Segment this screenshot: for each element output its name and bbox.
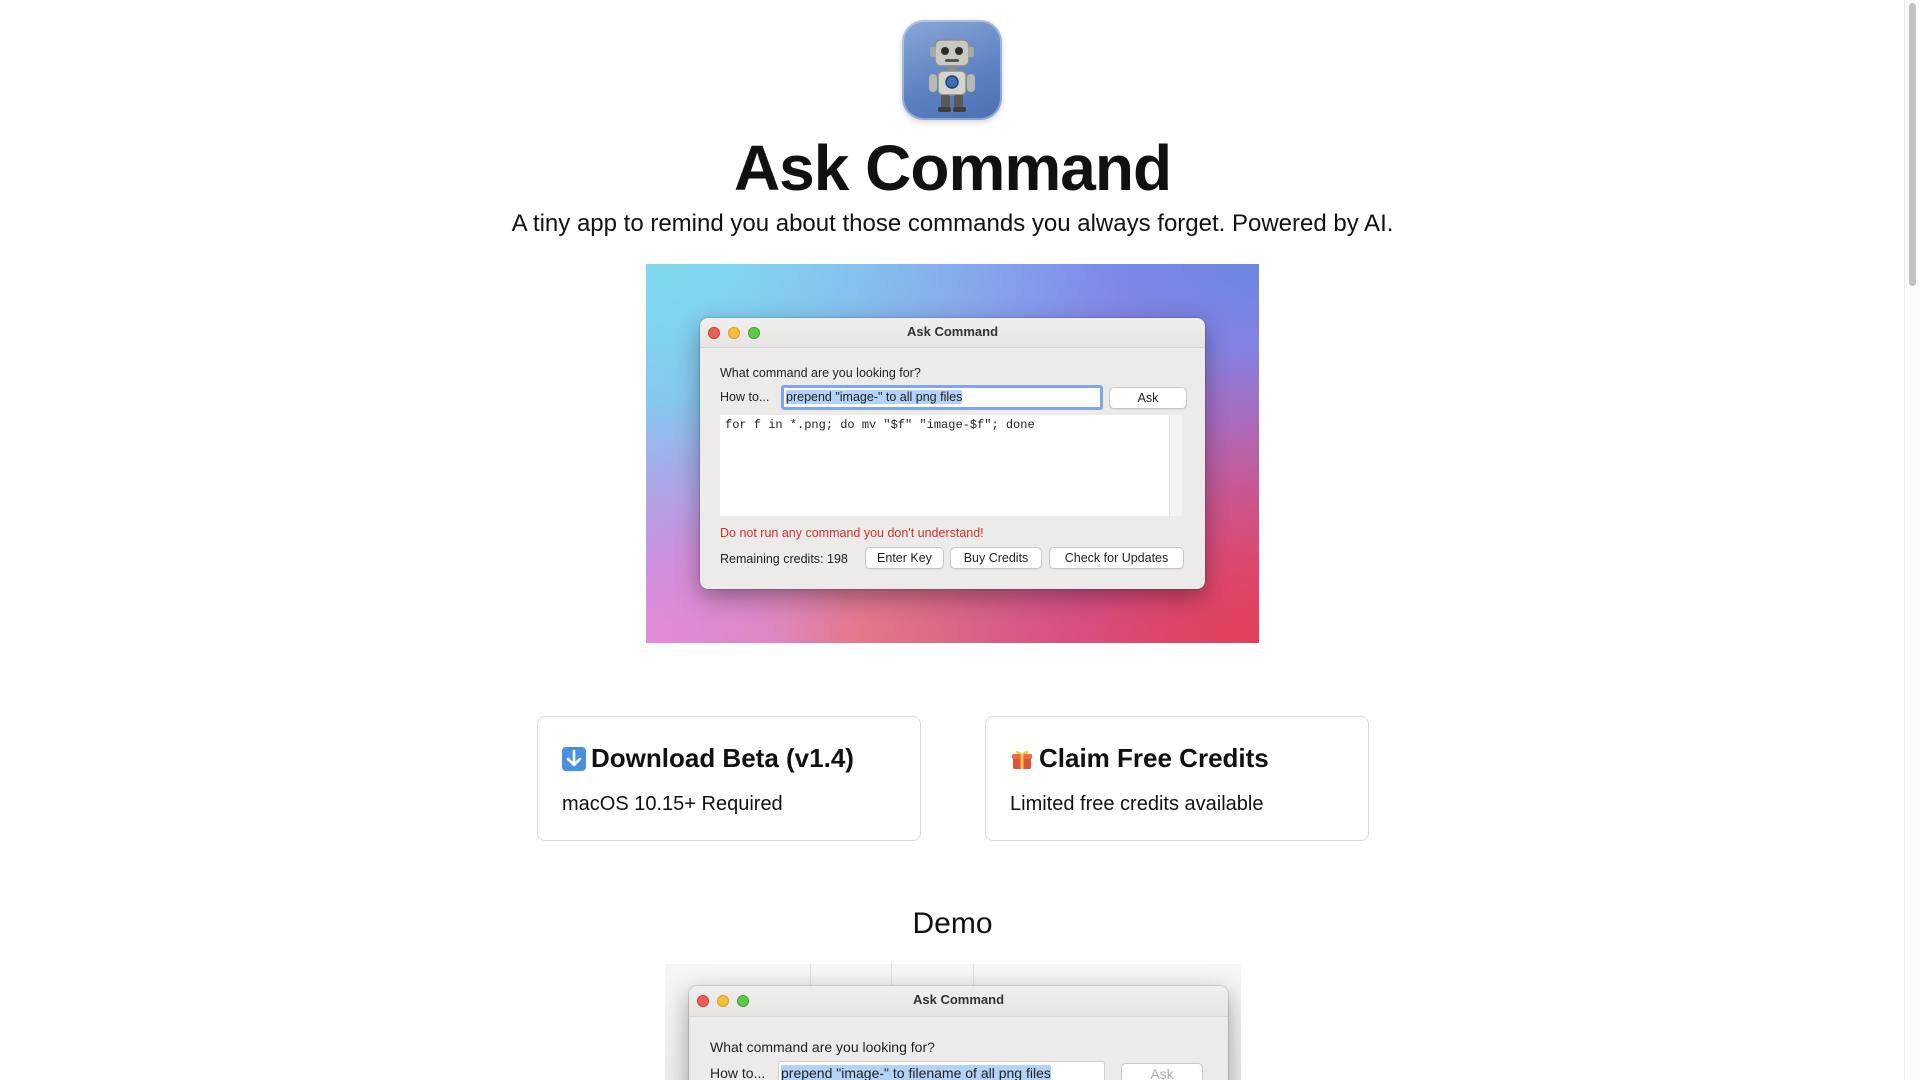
demo-how-to-label: How to... [710,1065,766,1080]
demo-window-title: Ask Command [912,992,1005,1007]
window-title: Ask Command [906,324,999,339]
download-beta-title[interactable]: Download Beta (v1.4) [562,743,854,774]
download-beta-label: Download Beta (v1.4) [591,743,854,773]
page-subtitle: A tiny app to remind you about those com… [511,210,1394,237]
page: Ask Command A tiny app to remind you abo… [0,0,1905,1080]
how-to-label: How to... [720,390,770,404]
claim-credits-card[interactable]: Claim Free Credits Limited free credits … [985,716,1369,841]
enter-key-button: Enter Key [865,547,944,569]
output-scrollbar [1169,415,1182,516]
demo-ask-button: Ask [1121,1063,1203,1080]
command-query-input: prepend "image-" to all png files [781,385,1103,410]
gift-icon [1010,747,1034,771]
window-titlebar: Ask Command [700,318,1205,348]
down-arrow-icon [562,746,586,771]
demo-selected-query-text: prepend "image-" to filename of all png … [781,1065,1051,1080]
demo-command-query-input: prepend "image-" to filename of all png … [778,1061,1105,1080]
demo-video[interactable]: Ask Command What command are you looking… [665,964,1241,1080]
download-beta-requirement: macOS 10.15+ Required [562,793,783,815]
command-output: for f in *.png; do mv "$f" "image-$f"; d… [720,415,1169,516]
hero-screenshot: Ask Command What command are you looking… [646,264,1259,643]
scrollbar-thumb[interactable] [1909,3,1916,286]
buy-credits-button: Buy Credits [950,547,1042,569]
demo-prompt-label: What command are you looking for? [710,1039,935,1055]
selected-query-text: prepend "image-" to all png files [786,390,963,404]
warning-text: Do not run any command you don't underst… [720,526,984,540]
demo-window-titlebar: Ask Command [689,986,1228,1017]
check-for-updates-button: Check for Updates [1049,547,1184,569]
robot-app-icon [902,20,1002,120]
demo-heading: Demo [912,907,993,940]
app-window-screenshot: Ask Command What command are you looking… [700,318,1205,589]
claim-credits-availability: Limited free credits available [1010,793,1264,815]
page-title: Ask Command [733,132,1172,204]
ask-button: Ask [1109,387,1187,409]
claim-credits-title[interactable]: Claim Free Credits [1010,743,1269,774]
prompt-label: What command are you looking for? [720,366,921,380]
page-scrollbar[interactable] [1904,0,1920,1080]
download-beta-card[interactable]: Download Beta (v1.4) macOS 10.15+ Requir… [537,716,921,841]
claim-credits-label: Claim Free Credits [1039,743,1269,773]
demo-app-window: Ask Command What command are you looking… [689,986,1228,1080]
remaining-credits: Remaining credits: 198 [720,552,848,566]
